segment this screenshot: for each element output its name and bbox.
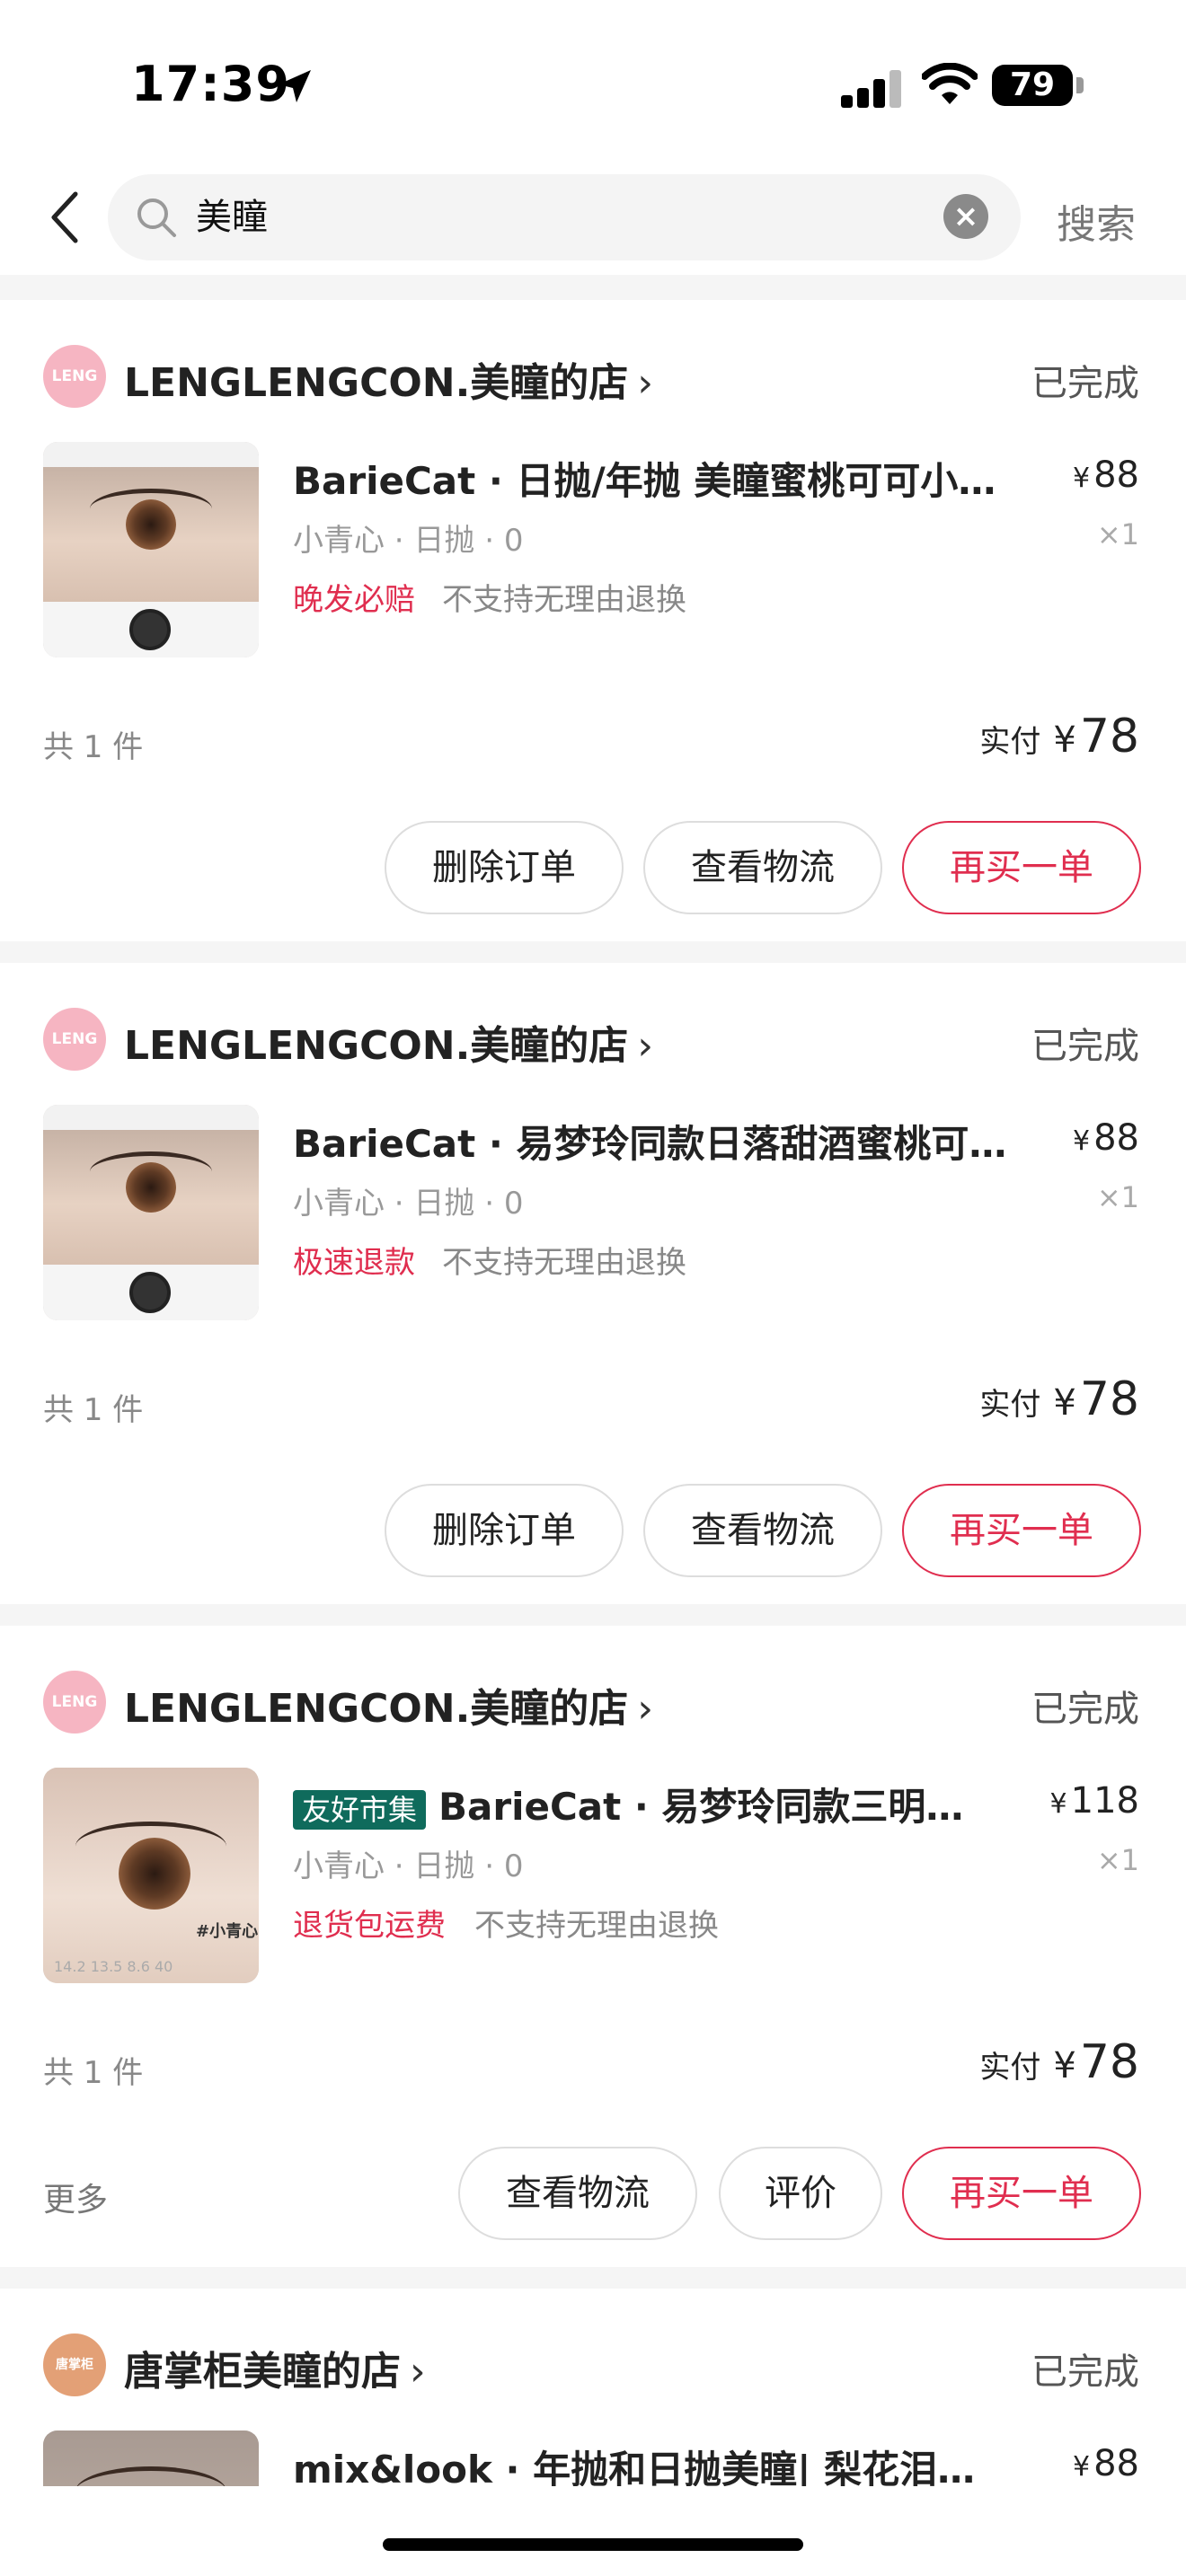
buy-again-button[interactable]: 再买一单	[902, 2147, 1141, 2240]
thumbnail-tag: #小青心	[196, 1922, 259, 1941]
battery-cap	[1076, 77, 1084, 93]
return-policy: 不支持无理由退换	[442, 582, 686, 618]
order-status: 已完成	[1031, 1689, 1139, 1730]
paid-total: 实付 ¥78	[979, 710, 1139, 763]
battery-indicator: 79	[992, 65, 1073, 106]
product-title[interactable]: 友好市集BarieCat · 易梦玲同款三明治工厂小青心	[293, 1777, 994, 1831]
item-count: 共 1 件	[43, 729, 144, 765]
shop-name-link[interactable]: 唐掌柜美瞳的店 ›	[124, 2339, 426, 2396]
market-badge: 友好市集	[293, 1789, 427, 1830]
divider	[0, 275, 1186, 300]
order-card[interactable]: 唐掌柜 唐掌柜美瞳的店 › 已完成 mix&look · 年抛和日抛美瞳| 梨花泪…	[0, 2289, 1186, 2486]
service-tag: 晚发必赔	[293, 582, 415, 618]
chevron-right-icon: ›	[637, 1023, 653, 1069]
chevron-right-icon: ›	[637, 360, 653, 406]
product-title[interactable]: BarieCat · 易梦玲同款日落甜酒蜜桃可可小青心	[293, 1114, 1012, 1169]
item-count: 共 1 件	[43, 2055, 144, 2091]
back-chevron-icon[interactable]	[47, 190, 83, 244]
order-status: 已完成	[1031, 2351, 1139, 2393]
shop-name-link[interactable]: LENGLENGCON.美瞳的店 ›	[124, 350, 653, 408]
product-price: ¥118	[1049, 1780, 1139, 1822]
product-variant: 小青心 · 日抛 · 0	[293, 523, 524, 559]
shop-name: LENGLENGCON.美瞳的店	[124, 1023, 629, 1069]
chevron-right-icon: ›	[410, 2349, 426, 2395]
product-thumbnail[interactable]	[43, 2430, 259, 2486]
shop-name: LENGLENGCON.美瞳的店	[124, 1686, 629, 1732]
review-button[interactable]: 评价	[719, 2147, 882, 2240]
product-title[interactable]: mix&look · 年抛和日抛美瞳| 梨花泪、中国风	[293, 2439, 1012, 2486]
item-count: 共 1 件	[43, 1392, 144, 1428]
shop-logo: 唐掌柜	[43, 2333, 106, 2396]
shop-name: 唐掌柜美瞳的店	[124, 2349, 401, 2395]
divider	[0, 1604, 1186, 1626]
return-policy: 不支持无理由退换	[442, 1245, 686, 1281]
order-card[interactable]: LENG LENGLENGCON.美瞳的店 › 已完成 #小青心 14.2 13.…	[0, 1626, 1186, 2281]
product-quantity: ×1	[1096, 1180, 1139, 1214]
order-status: 已完成	[1031, 1026, 1139, 1067]
divider	[0, 2267, 1186, 2289]
service-tag: 极速退款	[293, 1245, 415, 1281]
product-thumbnail[interactable]	[43, 442, 259, 657]
wifi-icon	[922, 63, 978, 104]
shop-name-link[interactable]: LENGLENGCON.美瞳的店 ›	[124, 1676, 653, 1734]
shop-logo: LENG	[43, 345, 106, 408]
order-card[interactable]: LENG LENGLENGCON.美瞳的店 › 已完成 BarieCat · 易梦…	[0, 963, 1186, 1619]
shop-name: LENGLENGCON.美瞳的店	[124, 360, 629, 406]
product-quantity: ×1	[1096, 517, 1139, 551]
product-thumbnail[interactable]	[43, 1105, 259, 1320]
product-title[interactable]: BarieCat · 日抛/年抛 美瞳蜜桃可可小青心	[293, 451, 1012, 506]
view-logistics-button[interactable]: 查看物流	[643, 821, 882, 914]
thumbnail-specs: 14.2 13.5 8.6 40	[54, 1958, 173, 1975]
more-link[interactable]: 更多	[43, 2174, 108, 2220]
order-card[interactable]: LENG LENGLENGCON.美瞳的店 › 已完成 BarieCat · 日抛…	[0, 300, 1186, 956]
paid-total: 实付 ¥78	[979, 1372, 1139, 1426]
search-query: 美瞳	[196, 197, 268, 238]
product-variant: 小青心 · 日抛 · 0	[293, 1848, 524, 1884]
cellular-signal-icon	[841, 70, 904, 108]
buy-again-button[interactable]: 再买一单	[902, 821, 1141, 914]
paid-total: 实付 ¥78	[979, 2035, 1139, 2089]
status-time: 17:39	[131, 56, 290, 112]
product-price: ¥88	[1073, 1117, 1139, 1159]
search-button[interactable]: 搜索	[1057, 192, 1136, 250]
search-icon	[137, 198, 176, 237]
shop-logo: LENG	[43, 1008, 106, 1071]
product-quantity: ×1	[1096, 1843, 1139, 1877]
product-variant: 小青心 · 日抛 · 0	[293, 1186, 524, 1222]
delete-order-button[interactable]: 删除订单	[385, 821, 624, 914]
return-policy: 不支持无理由退换	[474, 1908, 719, 1944]
shop-name-link[interactable]: LENGLENGCON.美瞳的店 ›	[124, 1013, 653, 1071]
buy-again-button[interactable]: 再买一单	[902, 1484, 1141, 1577]
search-input[interactable]: 美瞳 ×	[108, 174, 1021, 260]
product-thumbnail[interactable]: #小青心 14.2 13.5 8.6 40	[43, 1768, 259, 1983]
order-status: 已完成	[1031, 363, 1139, 404]
view-logistics-button[interactable]: 查看物流	[458, 2147, 697, 2240]
shop-logo: LENG	[43, 1671, 106, 1734]
location-arrow-icon	[279, 70, 311, 102]
view-logistics-button[interactable]: 查看物流	[643, 1484, 882, 1577]
product-price: ¥88	[1073, 454, 1139, 496]
product-price: ¥88	[1073, 2443, 1139, 2484]
clear-search-icon[interactable]: ×	[943, 194, 988, 239]
service-tag: 退货包运费	[293, 1908, 446, 1944]
divider	[0, 941, 1186, 963]
delete-order-button[interactable]: 删除订单	[385, 1484, 624, 1577]
status-bar: 17:39 79	[0, 0, 1186, 162]
chevron-right-icon: ›	[637, 1686, 653, 1732]
home-indicator	[383, 2538, 803, 2551]
